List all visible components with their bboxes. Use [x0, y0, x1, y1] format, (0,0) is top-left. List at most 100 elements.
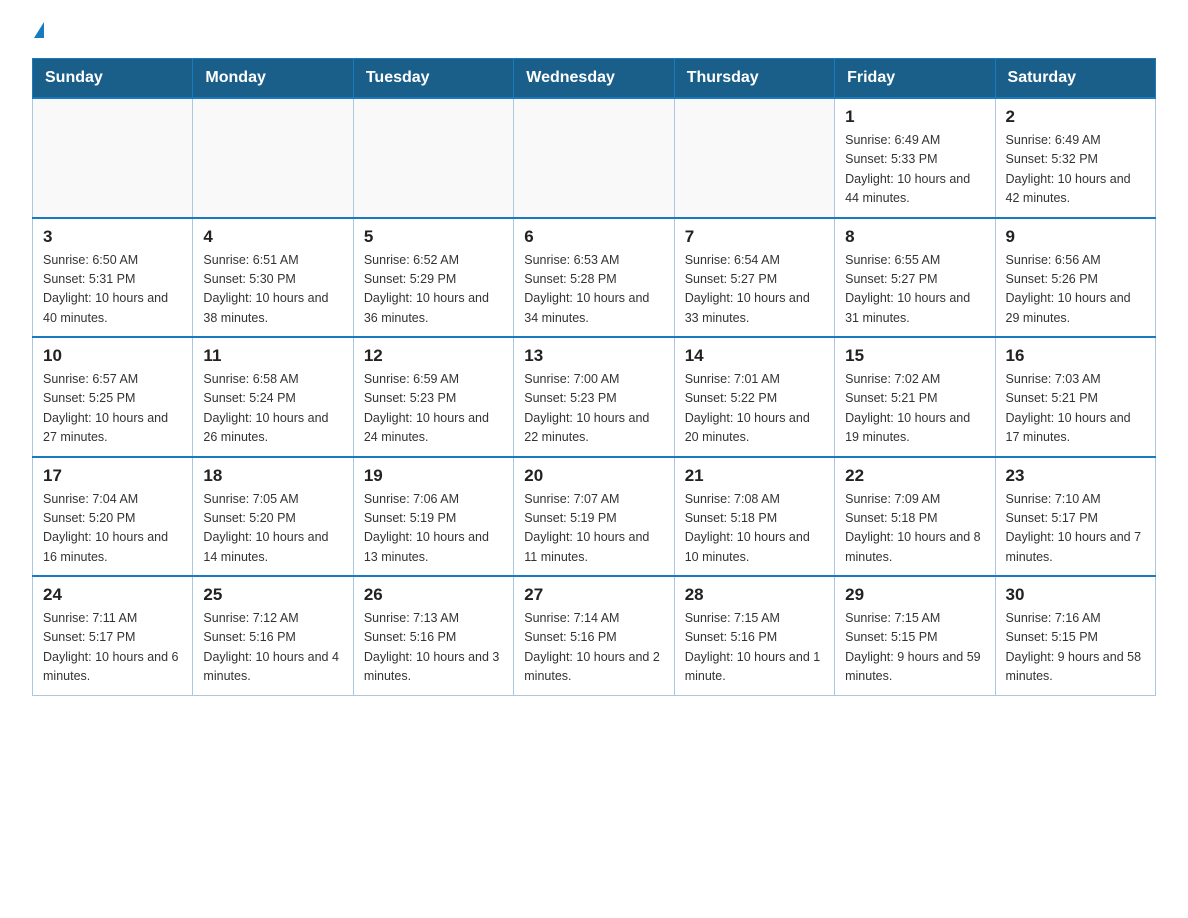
calendar-cell: 2 Sunrise: 6:49 AM Sunset: 5:32 PM Daylig…: [995, 98, 1155, 218]
col-header-saturday: Saturday: [995, 59, 1155, 99]
day-number: 20: [524, 466, 663, 486]
calendar-cell: 11Sunrise: 6:58 AM Sunset: 5:24 PM Dayli…: [193, 337, 353, 457]
day-number: 24: [43, 585, 182, 605]
day-number: 27: [524, 585, 663, 605]
day-number: 13: [524, 346, 663, 366]
calendar-cell: 13 Sunrise: 7:00 AM Sunset: 5:23 PM Dayli…: [514, 337, 674, 457]
day-info: Sunrise: 7:02 AM Sunset: 5:21 PM Dayligh…: [845, 370, 984, 448]
week-row-4: 17 Sunrise: 7:04 AM Sunset: 5:20 PM Dayli…: [33, 457, 1156, 577]
calendar-cell: 20 Sunrise: 7:07 AM Sunset: 5:19 PM Dayli…: [514, 457, 674, 577]
day-info: Sunrise: 7:00 AM Sunset: 5:23 PM Dayligh…: [524, 370, 663, 448]
day-info: Sunrise: 7:05 AM Sunset: 5:20 PM Dayligh…: [203, 490, 342, 568]
calendar-header-row: SundayMondayTuesdayWednesdayThursdayFrid…: [33, 59, 1156, 99]
calendar-cell: 4 Sunrise: 6:51 AM Sunset: 5:30 PM Daylig…: [193, 218, 353, 338]
calendar-cell: 27 Sunrise: 7:14 AM Sunset: 5:16 PM Dayli…: [514, 576, 674, 695]
day-info: Sunrise: 6:58 AM Sunset: 5:24 PM Dayligh…: [203, 370, 342, 448]
calendar-cell: 22 Sunrise: 7:09 AM Sunset: 5:18 PM Dayli…: [835, 457, 995, 577]
day-number: 14: [685, 346, 824, 366]
day-number: 9: [1006, 227, 1145, 247]
day-info: Sunrise: 6:59 AM Sunset: 5:23 PM Dayligh…: [364, 370, 503, 448]
calendar-cell: 10 Sunrise: 6:57 AM Sunset: 5:25 PM Dayli…: [33, 337, 193, 457]
week-row-2: 3 Sunrise: 6:50 AM Sunset: 5:31 PM Daylig…: [33, 218, 1156, 338]
day-info: Sunrise: 6:54 AM Sunset: 5:27 PM Dayligh…: [685, 251, 824, 329]
calendar-cell: 7 Sunrise: 6:54 AM Sunset: 5:27 PM Daylig…: [674, 218, 834, 338]
calendar-cell: 21Sunrise: 7:08 AM Sunset: 5:18 PM Dayli…: [674, 457, 834, 577]
day-info: Sunrise: 7:15 AM Sunset: 5:15 PM Dayligh…: [845, 609, 984, 687]
calendar-cell: 19Sunrise: 7:06 AM Sunset: 5:19 PM Dayli…: [353, 457, 513, 577]
calendar-cell: 24 Sunrise: 7:11 AM Sunset: 5:17 PM Dayli…: [33, 576, 193, 695]
calendar-cell: [353, 98, 513, 218]
day-number: 6: [524, 227, 663, 247]
calendar-cell: 9 Sunrise: 6:56 AM Sunset: 5:26 PM Daylig…: [995, 218, 1155, 338]
col-header-monday: Monday: [193, 59, 353, 99]
calendar-table: SundayMondayTuesdayWednesdayThursdayFrid…: [32, 58, 1156, 696]
day-info: Sunrise: 7:07 AM Sunset: 5:19 PM Dayligh…: [524, 490, 663, 568]
col-header-sunday: Sunday: [33, 59, 193, 99]
calendar-cell: 5 Sunrise: 6:52 AM Sunset: 5:29 PM Daylig…: [353, 218, 513, 338]
day-number: 15: [845, 346, 984, 366]
calendar-cell: 14 Sunrise: 7:01 AM Sunset: 5:22 PM Dayli…: [674, 337, 834, 457]
day-number: 16: [1006, 346, 1145, 366]
day-info: Sunrise: 6:52 AM Sunset: 5:29 PM Dayligh…: [364, 251, 503, 329]
day-info: Sunrise: 7:10 AM Sunset: 5:17 PM Dayligh…: [1006, 490, 1145, 568]
day-info: Sunrise: 7:11 AM Sunset: 5:17 PM Dayligh…: [43, 609, 182, 687]
day-info: Sunrise: 7:09 AM Sunset: 5:18 PM Dayligh…: [845, 490, 984, 568]
week-row-5: 24 Sunrise: 7:11 AM Sunset: 5:17 PM Dayli…: [33, 576, 1156, 695]
calendar-cell: 6 Sunrise: 6:53 AM Sunset: 5:28 PM Daylig…: [514, 218, 674, 338]
calendar-cell: 15 Sunrise: 7:02 AM Sunset: 5:21 PM Dayli…: [835, 337, 995, 457]
col-header-wednesday: Wednesday: [514, 59, 674, 99]
calendar-cell: [514, 98, 674, 218]
day-info: Sunrise: 6:51 AM Sunset: 5:30 PM Dayligh…: [203, 251, 342, 329]
day-info: Sunrise: 7:04 AM Sunset: 5:20 PM Dayligh…: [43, 490, 182, 568]
calendar-cell: 17 Sunrise: 7:04 AM Sunset: 5:20 PM Dayli…: [33, 457, 193, 577]
day-info: Sunrise: 7:08 AM Sunset: 5:18 PM Dayligh…: [685, 490, 824, 568]
calendar-cell: 18 Sunrise: 7:05 AM Sunset: 5:20 PM Dayli…: [193, 457, 353, 577]
day-number: 29: [845, 585, 984, 605]
day-number: 7: [685, 227, 824, 247]
calendar-cell: 23 Sunrise: 7:10 AM Sunset: 5:17 PM Dayli…: [995, 457, 1155, 577]
col-header-tuesday: Tuesday: [353, 59, 513, 99]
calendar-cell: 12 Sunrise: 6:59 AM Sunset: 5:23 PM Dayli…: [353, 337, 513, 457]
calendar-cell: 28Sunrise: 7:15 AM Sunset: 5:16 PM Dayli…: [674, 576, 834, 695]
day-info: Sunrise: 6:55 AM Sunset: 5:27 PM Dayligh…: [845, 251, 984, 329]
day-info: Sunrise: 6:57 AM Sunset: 5:25 PM Dayligh…: [43, 370, 182, 448]
day-number: 18: [203, 466, 342, 486]
day-number: 12: [364, 346, 503, 366]
day-number: 30: [1006, 585, 1145, 605]
day-info: Sunrise: 6:50 AM Sunset: 5:31 PM Dayligh…: [43, 251, 182, 329]
header: [32, 24, 1156, 40]
day-info: Sunrise: 7:03 AM Sunset: 5:21 PM Dayligh…: [1006, 370, 1145, 448]
calendar-cell: [33, 98, 193, 218]
calendar-cell: 1 Sunrise: 6:49 AM Sunset: 5:33 PM Daylig…: [835, 98, 995, 218]
day-number: 3: [43, 227, 182, 247]
day-info: Sunrise: 7:13 AM Sunset: 5:16 PM Dayligh…: [364, 609, 503, 687]
calendar-cell: 30 Sunrise: 7:16 AM Sunset: 5:15 PM Dayli…: [995, 576, 1155, 695]
day-info: Sunrise: 7:16 AM Sunset: 5:15 PM Dayligh…: [1006, 609, 1145, 687]
day-number: 23: [1006, 466, 1145, 486]
day-info: Sunrise: 6:53 AM Sunset: 5:28 PM Dayligh…: [524, 251, 663, 329]
week-row-3: 10 Sunrise: 6:57 AM Sunset: 5:25 PM Dayli…: [33, 337, 1156, 457]
day-info: Sunrise: 6:49 AM Sunset: 5:32 PM Dayligh…: [1006, 131, 1145, 209]
day-info: Sunrise: 6:49 AM Sunset: 5:33 PM Dayligh…: [845, 131, 984, 209]
day-number: 19: [364, 466, 503, 486]
logo-triangle-icon: [34, 22, 44, 38]
week-row-1: 1 Sunrise: 6:49 AM Sunset: 5:33 PM Daylig…: [33, 98, 1156, 218]
day-info: Sunrise: 7:15 AM Sunset: 5:16 PM Dayligh…: [685, 609, 824, 687]
calendar-cell: 3 Sunrise: 6:50 AM Sunset: 5:31 PM Daylig…: [33, 218, 193, 338]
day-number: 17: [43, 466, 182, 486]
calendar-cell: 26 Sunrise: 7:13 AM Sunset: 5:16 PM Dayli…: [353, 576, 513, 695]
day-number: 22: [845, 466, 984, 486]
day-number: 1: [845, 107, 984, 127]
day-info: Sunrise: 7:01 AM Sunset: 5:22 PM Dayligh…: [685, 370, 824, 448]
day-number: 4: [203, 227, 342, 247]
calendar-cell: 25Sunrise: 7:12 AM Sunset: 5:16 PM Dayli…: [193, 576, 353, 695]
day-number: 10: [43, 346, 182, 366]
day-info: Sunrise: 6:56 AM Sunset: 5:26 PM Dayligh…: [1006, 251, 1145, 329]
col-header-thursday: Thursday: [674, 59, 834, 99]
day-info: Sunrise: 7:14 AM Sunset: 5:16 PM Dayligh…: [524, 609, 663, 687]
day-number: 5: [364, 227, 503, 247]
day-number: 25: [203, 585, 342, 605]
day-number: 2: [1006, 107, 1145, 127]
day-number: 8: [845, 227, 984, 247]
day-number: 26: [364, 585, 503, 605]
